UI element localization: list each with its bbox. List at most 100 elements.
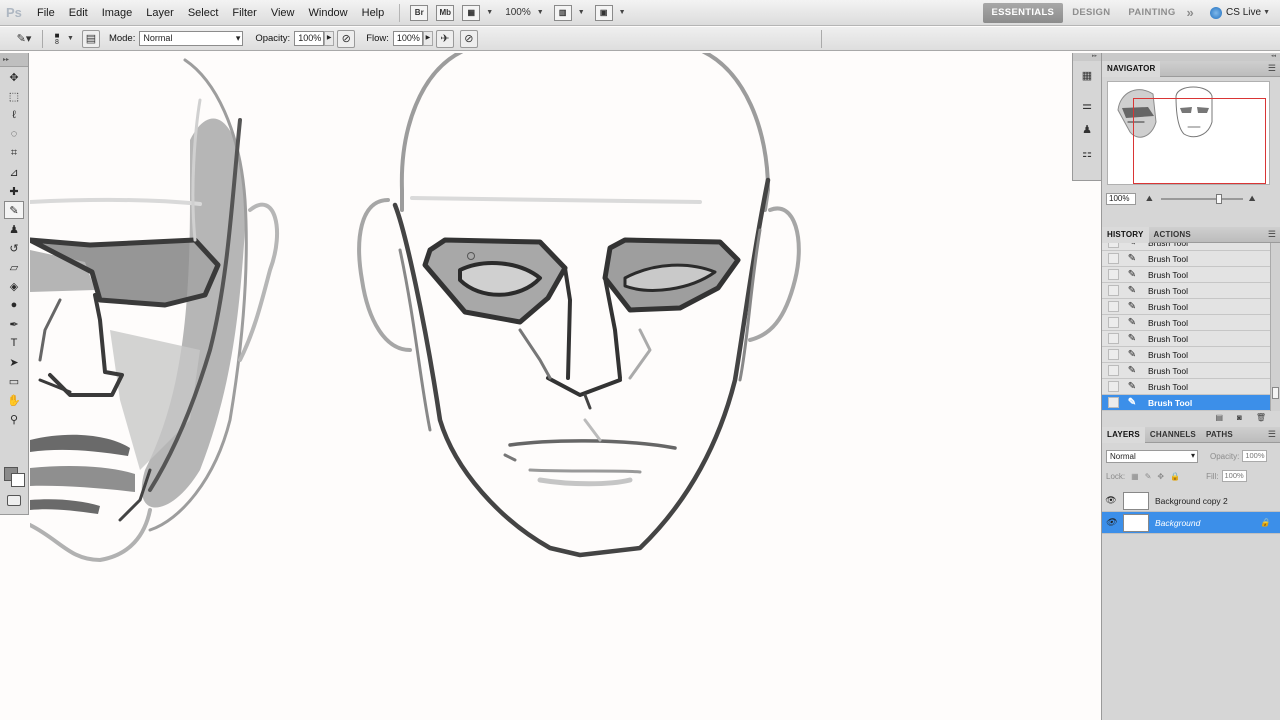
background-color-swatch[interactable] bbox=[11, 473, 25, 487]
history-source-checkbox[interactable] bbox=[1108, 333, 1119, 344]
eraser-tool[interactable]: ▱ bbox=[4, 258, 24, 276]
workspace-design[interactable]: DESIGN bbox=[1063, 7, 1119, 18]
menu-edit[interactable]: Edit bbox=[62, 7, 95, 19]
menu-help[interactable]: Help bbox=[355, 7, 392, 19]
styles-panel-icon[interactable]: ⚏ bbox=[1077, 143, 1097, 163]
tools-panel-grip[interactable]: ▸▸ bbox=[0, 53, 28, 67]
move-tool[interactable]: ✥ bbox=[4, 68, 24, 86]
panel-menu-icon[interactable]: ☰ bbox=[1268, 229, 1276, 240]
adjustments-panel-icon[interactable]: ⚌ bbox=[1077, 95, 1097, 115]
layer-name[interactable]: Background bbox=[1155, 518, 1200, 528]
zoom-out-icon[interactable]: ⛰ bbox=[1146, 194, 1153, 204]
chevron-down-icon[interactable]: ▼ bbox=[578, 9, 585, 16]
history-source-checkbox[interactable] bbox=[1108, 365, 1119, 376]
history-item[interactable]: ✎ Brush Tool bbox=[1102, 299, 1280, 315]
history-item[interactable]: ✎ Brush Tool bbox=[1102, 283, 1280, 299]
tab-navigator[interactable]: NAVIGATOR bbox=[1102, 60, 1161, 77]
navigator-view-box[interactable] bbox=[1133, 98, 1266, 184]
navigator-zoom-input[interactable]: 100% bbox=[1106, 193, 1136, 205]
view-extras-button[interactable]: ▦ bbox=[462, 4, 481, 21]
type-tool[interactable]: T bbox=[4, 334, 24, 352]
panel-menu-icon[interactable]: ☰ bbox=[1268, 63, 1276, 74]
menu-file[interactable]: File bbox=[30, 7, 62, 19]
tool-preset-picker[interactable]: ✎▾ bbox=[15, 30, 33, 48]
paint-bucket-tool[interactable]: ◈ bbox=[4, 277, 24, 295]
zoom-in-icon[interactable]: ⛰ bbox=[1249, 194, 1256, 204]
history-source-checkbox[interactable] bbox=[1108, 269, 1119, 280]
mode-select[interactable]: Normal bbox=[139, 31, 244, 46]
eye-icon[interactable]: 👁 bbox=[1102, 495, 1120, 506]
tab-channels[interactable]: CHANNELS bbox=[1145, 427, 1201, 443]
chevron-down-icon[interactable]: ▼ bbox=[486, 9, 493, 16]
dodge-tool[interactable]: ● bbox=[4, 296, 24, 314]
lock-transparency-icon[interactable]: ▦ bbox=[1131, 472, 1139, 481]
quick-select-tool[interactable]: ◌ bbox=[4, 125, 24, 143]
marquee-tool[interactable]: ⬚ bbox=[4, 87, 24, 105]
menu-image[interactable]: Image bbox=[95, 7, 140, 19]
pen-tool[interactable]: ✒ bbox=[4, 315, 24, 333]
history-item[interactable]: ✎ Brush Tool bbox=[1102, 395, 1280, 411]
workspace-more[interactable]: » bbox=[1185, 5, 1197, 20]
lasso-tool[interactable]: ℓ bbox=[4, 106, 24, 124]
flow-input[interactable]: 100% bbox=[392, 31, 423, 46]
clone-source-panel-icon[interactable]: ♟ bbox=[1077, 119, 1097, 139]
scrollbar-thumb[interactable] bbox=[1272, 387, 1279, 399]
zoom-tool[interactable]: ⚲ bbox=[4, 410, 24, 428]
hand-tool[interactable]: ✋ bbox=[4, 391, 24, 409]
airbrush-button[interactable]: ✈ bbox=[435, 29, 454, 48]
layer-row[interactable]: 👁 Background 🔒 bbox=[1102, 512, 1280, 534]
layer-name[interactable]: Background copy 2 bbox=[1155, 496, 1228, 506]
shape-tool[interactable]: ▭ bbox=[4, 372, 24, 390]
flow-slider-toggle[interactable]: ▶ bbox=[422, 31, 433, 46]
menu-layer[interactable]: Layer bbox=[139, 7, 181, 19]
trash-icon[interactable]: 🗑 bbox=[1256, 413, 1266, 422]
brush-tool[interactable]: ✎ bbox=[4, 201, 24, 219]
history-item[interactable]: ✎ Brush Tool bbox=[1102, 315, 1280, 331]
chevron-down-icon[interactable]: ▼ bbox=[619, 9, 626, 16]
brush-panel-toggle[interactable]: ▤ bbox=[81, 29, 100, 48]
navigator-preview[interactable] bbox=[1107, 81, 1270, 185]
opacity-input[interactable]: 100% bbox=[294, 31, 325, 46]
dock-grip[interactable]: ▸▸ bbox=[1073, 53, 1101, 61]
screen-mode-button[interactable]: ▣ bbox=[594, 4, 613, 21]
healing-brush-tool[interactable]: ✚ bbox=[4, 182, 24, 200]
menu-view[interactable]: View bbox=[264, 7, 302, 19]
clone-stamp-tool[interactable]: ♟ bbox=[4, 220, 24, 238]
tab-history[interactable]: HISTORY bbox=[1102, 226, 1149, 243]
panel-menu-icon[interactable]: ☰ bbox=[1268, 429, 1276, 440]
path-select-tool[interactable]: ➤ bbox=[4, 353, 24, 371]
menu-window[interactable]: Window bbox=[302, 7, 355, 19]
eye-icon[interactable]: 👁 bbox=[1102, 517, 1120, 528]
workspace-painting[interactable]: PAINTING bbox=[1119, 7, 1184, 18]
history-item[interactable]: ✎ Brush Tool bbox=[1102, 363, 1280, 379]
tab-actions[interactable]: ACTIONS bbox=[1149, 227, 1196, 243]
slider-thumb[interactable] bbox=[1215, 194, 1222, 204]
cs-live-button[interactable]: CS Live ▼ bbox=[1210, 6, 1270, 19]
mini-bridge-button[interactable]: Mb bbox=[436, 4, 455, 21]
menu-select[interactable]: Select bbox=[181, 7, 226, 19]
lock-position-icon[interactable]: ✥ bbox=[1157, 472, 1164, 481]
new-document-from-state-icon[interactable]: ▤ bbox=[1215, 413, 1223, 422]
layer-row[interactable]: 👁 Background copy 2 bbox=[1102, 490, 1280, 512]
history-source-checkbox[interactable] bbox=[1108, 381, 1119, 392]
mini-bridge-panel-icon[interactable]: ▦ bbox=[1077, 65, 1097, 85]
layer-opacity-input[interactable]: 100% bbox=[1242, 450, 1268, 462]
history-source-checkbox[interactable] bbox=[1108, 243, 1119, 248]
history-source-checkbox[interactable] bbox=[1108, 253, 1119, 264]
crop-tool[interactable]: ⌗ bbox=[4, 144, 24, 162]
pressure-opacity-button[interactable]: ⊘ bbox=[337, 29, 356, 48]
history-item[interactable]: ✎ Brush Tool bbox=[1102, 331, 1280, 347]
snapshot-icon[interactable]: ◙ bbox=[1237, 413, 1242, 422]
tab-paths[interactable]: PATHS bbox=[1201, 427, 1238, 443]
bridge-button[interactable]: Br bbox=[410, 4, 429, 21]
pressure-size-button[interactable]: ⊘ bbox=[459, 29, 478, 48]
brush-size-picker[interactable]: ■ 8 bbox=[49, 31, 65, 46]
history-item[interactable]: ✎ Brush Tool bbox=[1102, 347, 1280, 363]
opacity-slider-toggle[interactable]: ▶ bbox=[324, 31, 335, 46]
lock-all-icon[interactable]: 🔒 bbox=[1170, 472, 1180, 481]
chevron-down-icon[interactable]: ▼ bbox=[67, 35, 74, 42]
history-item[interactable]: ✎ Brush Tool bbox=[1102, 379, 1280, 395]
history-item[interactable]: ✎ Brush Tool bbox=[1102, 267, 1280, 283]
fill-input[interactable]: 100% bbox=[1221, 470, 1247, 482]
history-item[interactable]: ✎ Brush Tool bbox=[1102, 251, 1280, 267]
